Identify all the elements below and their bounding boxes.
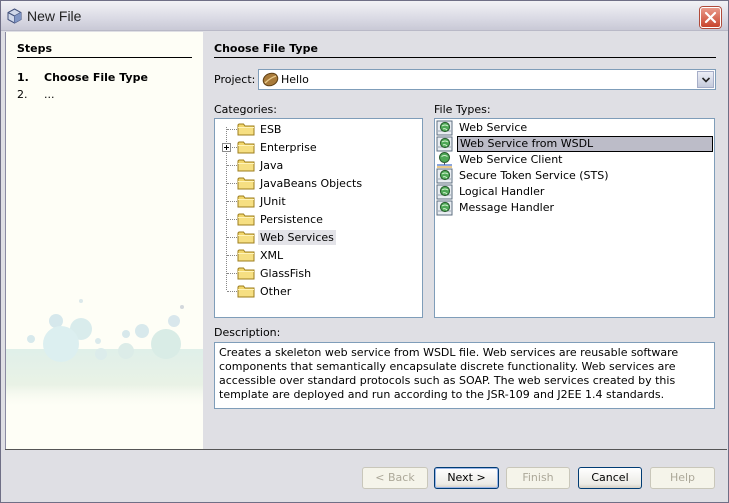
tree-connector-line xyxy=(227,291,237,292)
file-type-item[interactable]: Secure Token Service (STS) xyxy=(435,168,714,184)
main-panel: Choose File Type Project: Hello Categori… xyxy=(203,32,727,449)
close-button[interactable] xyxy=(700,7,721,28)
description-text: Creates a skeleton web service from WSDL… xyxy=(214,342,715,409)
category-label: JUnit xyxy=(260,195,286,208)
title-bar[interactable]: New File xyxy=(1,1,728,31)
folder-icon xyxy=(237,212,255,229)
folder-icon xyxy=(237,230,255,247)
category-label: GlassFish xyxy=(260,267,312,280)
category-label: Web Services xyxy=(258,230,336,245)
file-type-item[interactable]: Web Service Client xyxy=(435,152,714,168)
title-divider xyxy=(214,57,716,58)
file-type-label: Logical Handler xyxy=(459,185,545,198)
finish-button[interactable]: Finish xyxy=(506,467,570,489)
file-type-label: Web Service from WSDL xyxy=(457,136,713,152)
file-type-item[interactable]: Web Service from WSDL xyxy=(435,136,714,152)
expand-toggle[interactable] xyxy=(222,143,231,152)
file-type-item[interactable]: Web Service xyxy=(435,120,714,136)
file-type-label: Secure Token Service (STS) xyxy=(459,169,609,182)
step-number: 2. xyxy=(17,88,28,101)
category-label: Persistence xyxy=(260,213,323,226)
netbeans-cube-icon xyxy=(7,8,22,24)
tree-connector-line xyxy=(227,129,237,130)
tree-connector-line xyxy=(227,183,237,184)
tree-connector-line xyxy=(227,165,237,166)
decorative-bubbles-graphic xyxy=(6,299,203,409)
cancel-button[interactable]: Cancel xyxy=(578,467,642,489)
folder-icon xyxy=(237,158,255,175)
file-type-item[interactable]: Logical Handler xyxy=(435,184,714,200)
close-icon xyxy=(704,11,717,24)
category-label: JavaBeans Objects xyxy=(260,177,363,190)
category-item[interactable]: GlassFish xyxy=(215,264,421,282)
category-item[interactable]: JavaBeans Objects xyxy=(215,174,421,192)
tree-connector-line xyxy=(227,273,237,274)
step-number: 1. xyxy=(17,71,29,84)
file-types-label: File Types: xyxy=(434,103,491,116)
java-bean-icon xyxy=(262,72,279,87)
folder-icon xyxy=(237,122,255,139)
category-item[interactable]: XML xyxy=(215,246,421,264)
folder-icon xyxy=(237,140,255,157)
steps-title: Steps xyxy=(17,42,53,55)
category-label: Enterprise xyxy=(260,141,317,154)
category-item[interactable]: Web Services xyxy=(215,228,421,246)
category-item[interactable]: Java xyxy=(215,156,421,174)
folder-icon xyxy=(237,266,255,283)
file-type-label: Web Service Client xyxy=(459,153,563,166)
chevron-down-icon xyxy=(702,77,710,83)
category-label: Java xyxy=(260,159,284,172)
dropdown-button[interactable] xyxy=(697,71,714,88)
back-button[interactable]: < Back xyxy=(362,467,428,489)
file-type-label: Message Handler xyxy=(459,201,555,214)
categories-tree[interactable]: ESB Enterprise Java JavaBeans Objects JUnit P… xyxy=(214,118,423,318)
footer-divider xyxy=(5,449,727,450)
steps-panel: Steps 1. Choose File Type 2. ... xyxy=(5,32,203,449)
project-value: Hello xyxy=(281,73,309,86)
tree-connector-line xyxy=(227,219,237,220)
step-label: Choose File Type xyxy=(44,71,148,84)
description-label: Description: xyxy=(214,326,281,339)
folder-icon xyxy=(237,248,255,265)
category-label: XML xyxy=(260,249,284,262)
help-button[interactable]: Help xyxy=(650,467,715,489)
category-item[interactable]: ESB xyxy=(215,120,421,138)
new-file-dialog: New File Steps 1. Choose File Type 2. ..… xyxy=(0,0,729,503)
tree-connector-line xyxy=(227,201,237,202)
project-dropdown[interactable]: Hello xyxy=(258,69,716,90)
file-type-item[interactable]: Message Handler xyxy=(435,200,714,216)
project-label: Project: xyxy=(214,73,256,86)
window-title: New File xyxy=(27,8,82,24)
panel-title: Choose File Type xyxy=(214,42,318,55)
step-label: ... xyxy=(44,88,55,101)
category-item[interactable]: Other xyxy=(215,282,421,300)
category-label: Other xyxy=(260,285,292,298)
category-label: ESB xyxy=(260,123,282,136)
folder-icon xyxy=(237,284,255,301)
folder-icon xyxy=(237,176,255,193)
steps-divider xyxy=(17,57,192,58)
tree-connector-line xyxy=(227,255,237,256)
next-button[interactable]: Next > xyxy=(434,467,499,489)
tree-connector-line xyxy=(227,237,237,238)
categories-label: Categories: xyxy=(214,103,277,116)
file-type-label: Web Service xyxy=(459,121,528,134)
folder-icon xyxy=(237,194,255,211)
category-item[interactable]: Enterprise xyxy=(215,138,421,156)
file-types-list[interactable]: Web Service Web Service from WSDL Web Serv… xyxy=(434,118,715,318)
category-item[interactable]: Persistence xyxy=(215,210,421,228)
web-service-icon xyxy=(436,200,453,219)
category-item[interactable]: JUnit xyxy=(215,192,421,210)
